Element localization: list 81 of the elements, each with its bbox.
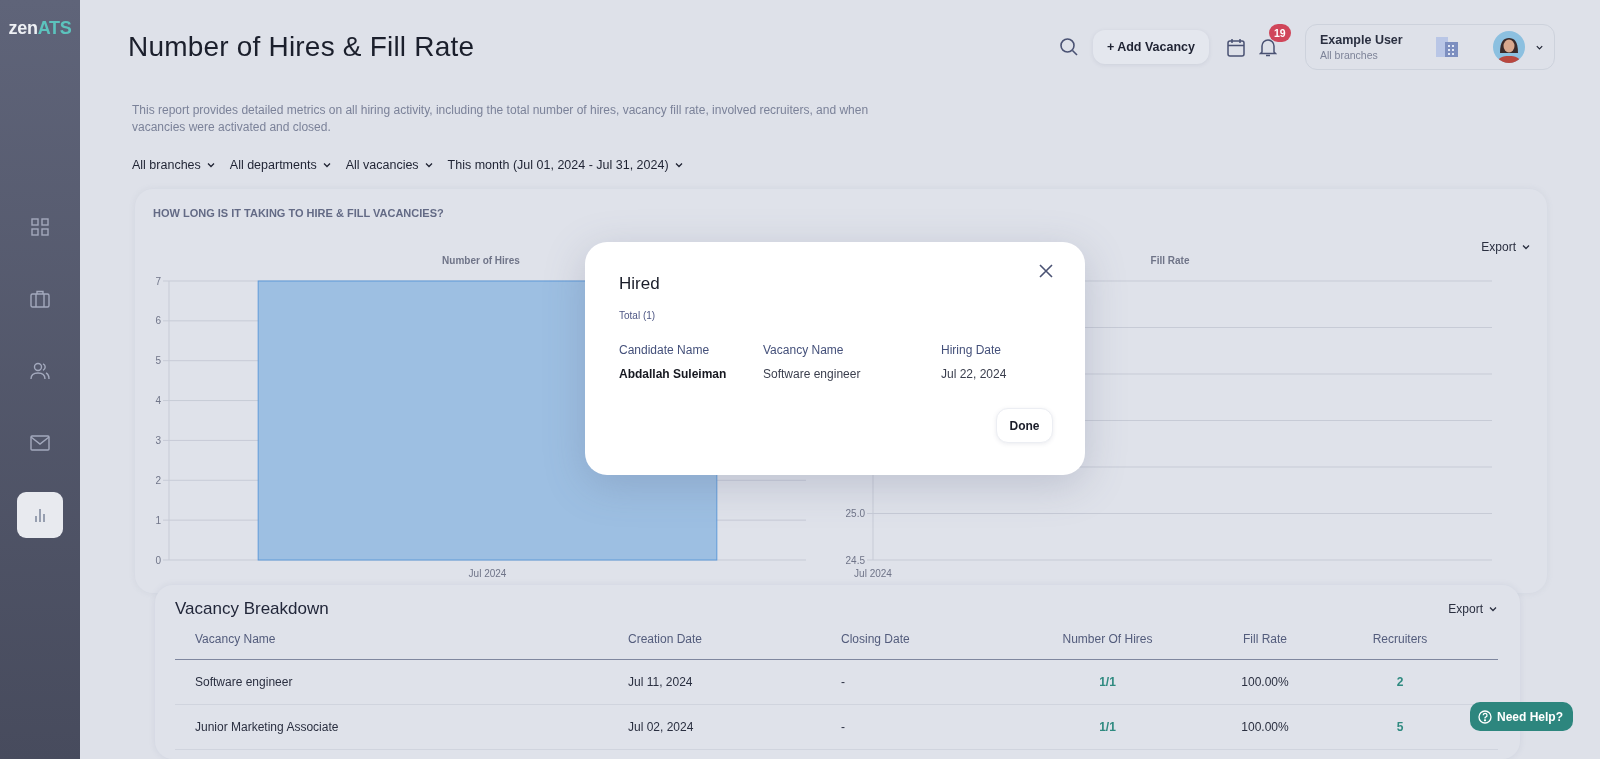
table-cell-text: Jul 22, 2024 xyxy=(941,367,1008,381)
axis-tick-label: Jul 2024 xyxy=(468,568,507,579)
column-header[interactable]: Closing Date xyxy=(841,632,1020,646)
axis-tick-label: 2 xyxy=(155,474,161,486)
chevron-down-icon xyxy=(205,160,216,170)
people-icon xyxy=(30,362,50,380)
search-icon xyxy=(1058,37,1079,57)
chevron-down-icon xyxy=(673,160,684,170)
notifications-button[interactable] xyxy=(1259,37,1277,57)
logo: zenATS xyxy=(8,18,72,39)
axis-tick-label: 1 xyxy=(155,514,161,526)
column-header[interactable]: Number Of Hires xyxy=(1020,632,1195,646)
chevron-down-icon xyxy=(423,160,434,170)
page-title: Number of Hires & Fill Rate xyxy=(128,31,476,63)
calendar-icon xyxy=(1227,37,1245,57)
export-dropdown[interactable]: Export xyxy=(1448,602,1498,616)
chevron-down-icon xyxy=(321,160,332,170)
filter-dropdown[interactable]: All vacancies xyxy=(345,158,434,172)
table-cell[interactable]: 5 xyxy=(1335,720,1465,734)
table-cell-text: Jul 11, 2024 xyxy=(628,675,694,689)
bell-icon xyxy=(1259,37,1277,57)
chart-title: Number of Hires xyxy=(441,255,521,268)
table-cell[interactable]: 1/1 xyxy=(1020,720,1195,734)
axis-tick-label: 0 xyxy=(155,554,161,566)
column-header[interactable]: Fill Rate xyxy=(1195,632,1335,646)
briefcase-icon xyxy=(30,290,50,308)
table-cell[interactable]: 2 xyxy=(1335,675,1465,689)
table-title: Vacancy Breakdown xyxy=(175,599,329,619)
chevron-down-icon xyxy=(1521,242,1531,252)
dashboard-icon xyxy=(31,218,49,236)
column-header: Vacancy Name xyxy=(763,343,845,357)
table-cell-text: Software engineer xyxy=(194,675,294,689)
export-dropdown[interactable]: Export xyxy=(1481,239,1531,255)
axis-tick-label: 7 xyxy=(155,275,161,287)
filter-dropdown[interactable]: This month (Jul 01, 2024 - Jul 31, 2024) xyxy=(447,158,684,172)
close-button[interactable] xyxy=(1039,264,1053,278)
add-vacancy-button[interactable]: + Add Vacancy xyxy=(1092,30,1209,64)
user-branch: All branches xyxy=(1320,49,1379,61)
column-header: Hiring Date xyxy=(941,343,1003,357)
report-description: This report provides detailed metrics on all hiring activity, including the total number of hires, vacancy fill rate, involved recruiters, and when vacancies were activated and closed. xyxy=(132,102,870,136)
notification-badge: 19 xyxy=(1269,24,1291,42)
axis-tick-label: 25.0 xyxy=(845,508,865,519)
axis-tick-label: 6 xyxy=(155,315,161,327)
user-name: Example User xyxy=(1320,33,1404,47)
table-cell-text: - xyxy=(841,675,846,689)
sidebar-item[interactable] xyxy=(17,492,63,538)
dialog-title: Hired xyxy=(619,274,661,294)
bar-chart-icon xyxy=(32,507,48,523)
column-header[interactable]: Creation Date xyxy=(628,632,841,646)
table-cell-text: Software engineer xyxy=(763,367,862,381)
mail-icon xyxy=(30,435,50,451)
table-cell-text: Abdallah Suleiman xyxy=(619,367,728,381)
axis-tick-label: 4 xyxy=(155,395,161,407)
axis-tick-label: 5 xyxy=(155,355,161,367)
axis-tick-label: 3 xyxy=(155,434,161,446)
help-icon xyxy=(1478,709,1492,724)
axis-tick-label: 24.5 xyxy=(845,554,865,566)
chart-title: Fill Rate xyxy=(1149,255,1191,268)
search-button[interactable] xyxy=(1058,37,1079,57)
help-button[interactable]: Need Help? xyxy=(1470,702,1573,731)
card-title: HOW LONG IS IT TAKING TO HIRE & FILL VACANCIES? xyxy=(153,207,445,219)
calendar-button[interactable] xyxy=(1227,37,1245,57)
table-cell-text: Junior Marketing Associate xyxy=(194,720,340,734)
done-button[interactable]: Done xyxy=(996,408,1053,443)
avatar xyxy=(1493,31,1525,63)
user-menu[interactable]: Example User All branches xyxy=(1305,24,1555,70)
column-header[interactable]: Vacancy Name xyxy=(175,632,628,646)
close-icon xyxy=(1039,264,1053,278)
total-count: Total (1) xyxy=(619,310,657,321)
table-cell-text: 100.00% xyxy=(1240,675,1290,689)
column-header[interactable]: Recruiters xyxy=(1335,632,1465,646)
table-cell-text: 100.00% xyxy=(1240,720,1290,734)
table-cell-text: Jul 02, 2024 xyxy=(628,720,695,734)
column-header: Candidate Name xyxy=(619,343,711,357)
table-cell[interactable]: 1/1 xyxy=(1020,675,1195,689)
filter-dropdown[interactable]: All departments xyxy=(229,158,332,172)
filter-dropdown[interactable]: All branches xyxy=(132,158,216,172)
chevron-down-icon xyxy=(1488,604,1498,614)
table-cell-text: - xyxy=(841,720,846,734)
axis-tick-label: Jul 2024 xyxy=(854,568,892,579)
building-icon xyxy=(1435,36,1459,58)
